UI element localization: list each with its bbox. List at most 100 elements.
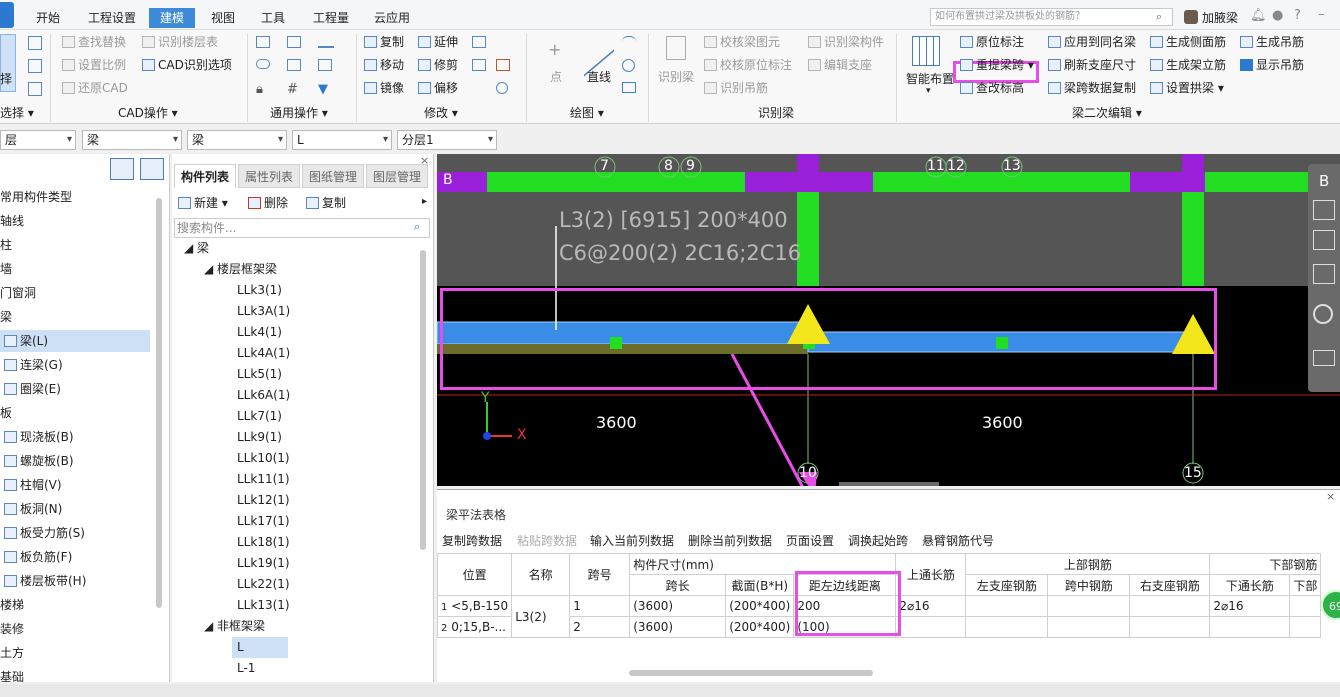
edit-support-button[interactable]: 编辑支座 bbox=[808, 56, 872, 74]
tree-item-beam[interactable]: LLk12(1) bbox=[237, 490, 290, 511]
point-button[interactable]: 点 bbox=[550, 68, 562, 86]
cell-bottom-through[interactable] bbox=[1209, 616, 1291, 638]
show-hanger-checkbox[interactable]: 显示吊筋 bbox=[1240, 56, 1304, 74]
gen-hanger-button[interactable]: 生成吊筋 bbox=[1240, 33, 1304, 51]
grid-icon[interactable] bbox=[287, 59, 301, 71]
float-badge[interactable]: 69 bbox=[1321, 590, 1340, 620]
filter-icon[interactable]: ▼ bbox=[318, 82, 328, 97]
pick-icon[interactable] bbox=[28, 36, 42, 50]
tab-drawing-manage[interactable]: 图纸管理 bbox=[302, 164, 364, 188]
3d-view-icon[interactable] bbox=[1313, 200, 1335, 220]
left-list-item[interactable]: 常用构件类型 bbox=[0, 186, 150, 208]
chat-icon[interactable]: ● bbox=[1272, 8, 1283, 23]
tab-layer-manage[interactable]: 图层管理 bbox=[366, 164, 428, 188]
table-h-scrollbar[interactable] bbox=[629, 670, 873, 676]
measure-icon[interactable] bbox=[318, 36, 334, 48]
minimize-icon[interactable]: – bbox=[1318, 7, 1325, 22]
left-list-item[interactable]: 梁 bbox=[0, 306, 150, 328]
category-select[interactable]: 梁 bbox=[82, 130, 182, 150]
copy-span-data-button[interactable]: 梁跨数据复制 bbox=[1048, 79, 1136, 97]
paint-icon[interactable] bbox=[496, 59, 510, 71]
tree-item-beam[interactable]: LLk4A(1) bbox=[237, 343, 290, 364]
left-list-item[interactable]: 门窗洞 bbox=[0, 282, 150, 304]
recognize-hanger-button[interactable]: 识别吊筋 bbox=[704, 79, 768, 97]
point-icon[interactable]: + bbox=[548, 40, 561, 59]
extend-button[interactable]: 延伸 bbox=[418, 33, 458, 51]
delete-column-data-button[interactable]: 删除当前列数据 bbox=[688, 532, 772, 549]
cell-right-seat[interactable] bbox=[1129, 595, 1211, 617]
list-icon[interactable] bbox=[318, 59, 332, 71]
select-list-icon[interactable] bbox=[28, 59, 42, 73]
left-list-item[interactable]: 板洞(N) bbox=[0, 498, 150, 520]
recognize-beam-button[interactable]: 识别梁 bbox=[658, 68, 694, 86]
layers-view-icon[interactable] bbox=[1313, 350, 1335, 366]
detail-view-icon[interactable] bbox=[140, 158, 164, 180]
recognize-beam-icon[interactable] bbox=[666, 36, 686, 60]
drawing-canvas[interactable]: 7 8 9 11 12 13 B L3(2) [6915] 200*400 C6… bbox=[437, 154, 1340, 486]
mirror-button[interactable]: 镜像 bbox=[364, 79, 404, 97]
cell-mid-span[interactable] bbox=[1047, 616, 1131, 638]
left-list-item[interactable]: 螺旋板(B) bbox=[0, 450, 150, 472]
tree-item-beam[interactable]: LLk3A(1) bbox=[237, 301, 290, 322]
help-search-input[interactable]: 如何布置拱过梁及拱板处的钢筋？ bbox=[930, 8, 1173, 26]
cell-position[interactable]: 2 0;15,B-... bbox=[436, 616, 513, 638]
cell-span-no[interactable]: 2 bbox=[569, 616, 631, 638]
list-view-icon[interactable] bbox=[110, 158, 134, 180]
smart-layout-dropdown-icon[interactable]: ▾ bbox=[926, 86, 931, 96]
cantilever-code-button[interactable]: 悬臂钢筋代号 bbox=[922, 532, 994, 549]
swap-start-span-button[interactable]: 调换起始跨 bbox=[848, 532, 908, 549]
tree-item-beam[interactable]: LLk18(1) bbox=[237, 532, 290, 553]
tab-cloud[interactable]: 云应用 bbox=[368, 8, 416, 28]
cell-span-length[interactable]: (3600) bbox=[629, 616, 727, 638]
cell-name[interactable]: L3(2) bbox=[511, 595, 571, 638]
delete-button[interactable]: 删除 bbox=[248, 194, 288, 212]
align-icon[interactable] bbox=[472, 36, 486, 48]
cube-view-icon[interactable] bbox=[1313, 264, 1335, 284]
new-button[interactable]: 新建 ▾ bbox=[178, 194, 228, 212]
search-icon[interactable]: ⌕ bbox=[1156, 10, 1162, 24]
mid-scrollbar[interactable] bbox=[420, 250, 426, 550]
cad-recognize-options-button[interactable]: CAD识别选项 bbox=[142, 56, 232, 74]
left-list-item[interactable]: 板负筋(F) bbox=[0, 546, 150, 568]
left-list-item[interactable]: 现浇板(B) bbox=[0, 426, 150, 448]
tree-item-beam[interactable]: LLk4(1) bbox=[237, 322, 282, 343]
tree-item-beam[interactable]: LLk22(1) bbox=[237, 574, 290, 595]
recognize-beam-member-button[interactable]: 识别梁构件 bbox=[808, 33, 884, 51]
copy-component-button[interactable]: 复制 bbox=[306, 194, 346, 212]
cell-mid-span[interactable] bbox=[1047, 595, 1131, 617]
cell-span-no[interactable]: 1 bbox=[569, 595, 631, 617]
type-select[interactable]: 梁 bbox=[187, 130, 287, 150]
cell-span-length[interactable]: (3600) bbox=[629, 595, 727, 617]
cloud-icon[interactable] bbox=[256, 59, 270, 69]
window-icon[interactable] bbox=[287, 36, 301, 48]
cell-bottom-more[interactable] bbox=[1289, 595, 1322, 617]
tab-quantity[interactable]: 工程量 bbox=[306, 8, 356, 28]
gen-erection-rebar-button[interactable]: 生成架立筋 bbox=[1150, 56, 1226, 74]
beam-edit-group-label[interactable]: 梁二次编辑 ▾ bbox=[1072, 104, 1142, 121]
draw-group-label[interactable]: 绘图 ▾ bbox=[570, 104, 604, 121]
copy-button[interactable]: 复制 bbox=[364, 33, 404, 51]
lock-icon[interactable]: 🔒︎ bbox=[256, 82, 263, 97]
left-list-item[interactable]: 轴线 bbox=[0, 210, 150, 232]
tab-start[interactable]: 开始 bbox=[30, 8, 66, 28]
cell-bottom-through[interactable]: 2⌀16 bbox=[1209, 595, 1291, 617]
tree-item-beam[interactable]: LLk13(1) bbox=[237, 595, 290, 616]
tab-modeling[interactable]: 建模 bbox=[149, 8, 195, 28]
refresh-support-button[interactable]: 刷新支座尺寸 bbox=[1048, 56, 1136, 74]
tree-root[interactable]: ◢ 梁 bbox=[184, 238, 209, 259]
left-list-item[interactable]: 装修 bbox=[0, 618, 150, 640]
search-icon[interactable]: ⌕ bbox=[414, 220, 420, 234]
user-name[interactable]: 加腋梁 bbox=[1202, 9, 1238, 26]
tab-tools[interactable]: 工具 bbox=[255, 8, 291, 28]
left-list-item[interactable]: 楼梯 bbox=[0, 594, 150, 616]
left-list-item[interactable]: 柱帽(V) bbox=[0, 474, 150, 496]
tab-component-list[interactable]: 构件列表 bbox=[174, 164, 236, 188]
component-search-input[interactable]: 搜索构件... bbox=[174, 218, 430, 238]
canvas-splitter[interactable] bbox=[839, 482, 939, 486]
find-replace-button[interactable]: 查找替换 bbox=[62, 33, 126, 51]
cell-bottom-more[interactable] bbox=[1289, 616, 1322, 638]
check-inplace-button[interactable]: 校核原位标注 bbox=[704, 56, 792, 74]
tree-item-beam[interactable]: LLk6A(1) bbox=[237, 385, 290, 406]
tree-item-nonframe[interactable]: L bbox=[232, 637, 288, 658]
tree-group-nonframe-beam[interactable]: ◢ 非框架梁 bbox=[204, 616, 265, 637]
